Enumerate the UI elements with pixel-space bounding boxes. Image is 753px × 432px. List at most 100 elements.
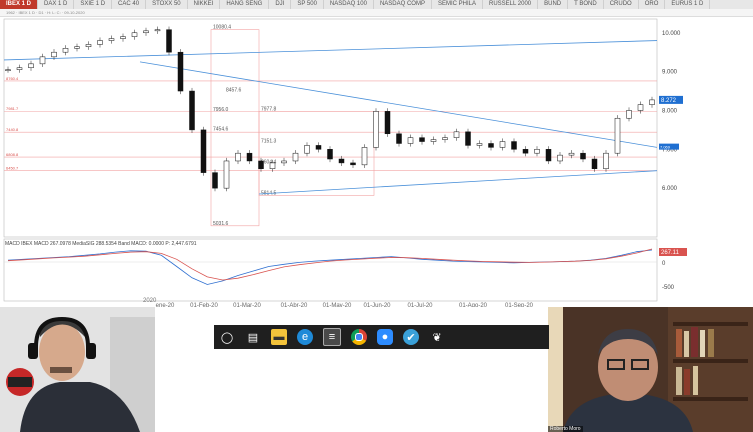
candle (580, 152, 586, 160)
tab-semic-phila[interactable]: SEMIC PHILA (432, 0, 483, 9)
candle (407, 137, 414, 144)
tab-crudo[interactable]: CRUDO (604, 0, 639, 9)
candle (488, 143, 494, 148)
macd-header: MACD IBEX MACD 267.0978 MediaSIG 288.535… (5, 241, 197, 247)
trendline-support (258, 170, 658, 195)
candle (212, 172, 218, 189)
tab-nasdaq-comp[interactable]: NASDAQ COMP (374, 0, 432, 9)
candle (74, 46, 80, 49)
tab-sxie-1-d[interactable]: SXIE 1 D (74, 0, 113, 9)
price-chart[interactable]: 8760.4 7981.7 7440.8 6808.8 6450.7 10080.4 845… (0, 17, 753, 307)
x-tick: 01-Feb-20 (190, 303, 218, 307)
task-view-icon[interactable]: ▤ (245, 329, 261, 345)
video-feed-guest (548, 307, 753, 432)
candle (131, 32, 138, 37)
app-icon[interactable]: ≡ (323, 328, 341, 346)
zoom-icon[interactable]: ● (377, 329, 393, 345)
participant-name: Roberto Moro (548, 426, 583, 432)
tab-sp-500[interactable]: SP 500 (291, 0, 324, 9)
security-icon[interactable]: ✔ (403, 329, 419, 345)
macd-panel-border (3, 238, 658, 302)
candle (235, 152, 241, 162)
candle (591, 158, 598, 169)
candle (223, 160, 230, 189)
tab-eurus-1-d[interactable]: EURUS 1 D (665, 0, 711, 9)
candle (626, 110, 632, 119)
tab-dji[interactable]: DJI (269, 0, 292, 9)
tab-nikkei[interactable]: NIKKEI (188, 0, 221, 9)
candle (350, 162, 356, 166)
level-label: 6808.8 (6, 152, 19, 157)
candle (522, 149, 529, 154)
tab-russell-2000[interactable]: RUSSELL 2000 (483, 0, 539, 9)
file-explorer-icon[interactable]: ▬ (271, 329, 287, 345)
candle (200, 129, 207, 173)
edge-icon[interactable]: e (297, 329, 313, 345)
tab-hang-seng[interactable]: HANG SENG (220, 0, 270, 9)
tab-t-bond[interactable]: T BOND (568, 0, 604, 9)
last-price-label: 8.272 (661, 98, 677, 104)
candle (62, 48, 69, 53)
x-tick: ene-20 (156, 303, 175, 307)
tab-bund[interactable]: BUND (538, 0, 569, 9)
candle (108, 38, 115, 41)
chrome-icon[interactable] (351, 329, 367, 345)
tab-stoxx-50[interactable]: STOXX 50 (146, 0, 188, 9)
fib-box-right (258, 111, 375, 196)
year-label: 2020 (143, 298, 157, 304)
candle (143, 30, 149, 34)
x-tick: 01-Jun-20 (363, 303, 391, 307)
chat-icon[interactable]: ❦ (429, 329, 445, 345)
fib-level-label: 5031.6 (213, 221, 229, 227)
macd-low-label: -500 (662, 285, 675, 291)
candle (189, 90, 195, 131)
candle (419, 137, 425, 142)
x-tick: 01-Abr-20 (281, 303, 308, 307)
tab-nasdaq-100[interactable]: NASDAQ 100 (324, 0, 374, 9)
candle (28, 63, 34, 68)
tab-dax-1-d[interactable]: DAX 1 D (38, 0, 75, 9)
candle (511, 141, 517, 150)
fib-level-label: 10080.4 (213, 25, 231, 31)
candle (51, 51, 57, 58)
candle (442, 137, 448, 140)
candle (557, 154, 563, 162)
windows-taskbar: ◯ ▤ ▬ e ≡ ● ✔ ❦ (214, 325, 549, 349)
chart-info-bar: 1962 · IBEX 1 D · D1 · H: L: C: · 09-10-… (0, 9, 753, 17)
price-tick: 8.000 (662, 108, 678, 114)
candle (614, 117, 621, 154)
level-label: 8760.4 (6, 76, 19, 81)
level-label: 7981.7 (6, 106, 19, 111)
tab-cac-40[interactable]: CAC 40 (112, 0, 147, 9)
x-tick: 01-Sep-20 (505, 303, 534, 307)
candle (373, 111, 379, 148)
tab-ibex-1-d[interactable]: IBEX 1 D (0, 0, 39, 9)
candle (315, 145, 322, 150)
candle (649, 99, 655, 105)
candle (453, 131, 460, 138)
price-tick: 6.000 (662, 186, 678, 192)
fib-level-label: 7151.3 (261, 138, 277, 144)
candle (281, 160, 287, 164)
price-panel-border (3, 18, 658, 238)
guest-figure (548, 307, 753, 432)
candle (304, 145, 310, 154)
candle (499, 141, 506, 148)
candle (396, 133, 402, 144)
search-icon[interactable]: ◯ (219, 329, 235, 345)
candle (154, 29, 161, 32)
candle (39, 56, 46, 65)
candle (327, 149, 333, 160)
x-tick: 01-Mar-20 (233, 303, 261, 307)
tab-oro[interactable]: ORO (639, 0, 666, 9)
candle (430, 139, 437, 142)
candle (85, 44, 92, 48)
candle (292, 152, 299, 162)
candle (16, 67, 23, 70)
macd-zero-label: 0 (662, 261, 666, 267)
candle (246, 152, 253, 162)
fib-level-label: 7454.6 (213, 127, 229, 133)
candle (545, 149, 552, 162)
level-label: 7440.8 (6, 127, 19, 132)
candle (637, 104, 644, 111)
